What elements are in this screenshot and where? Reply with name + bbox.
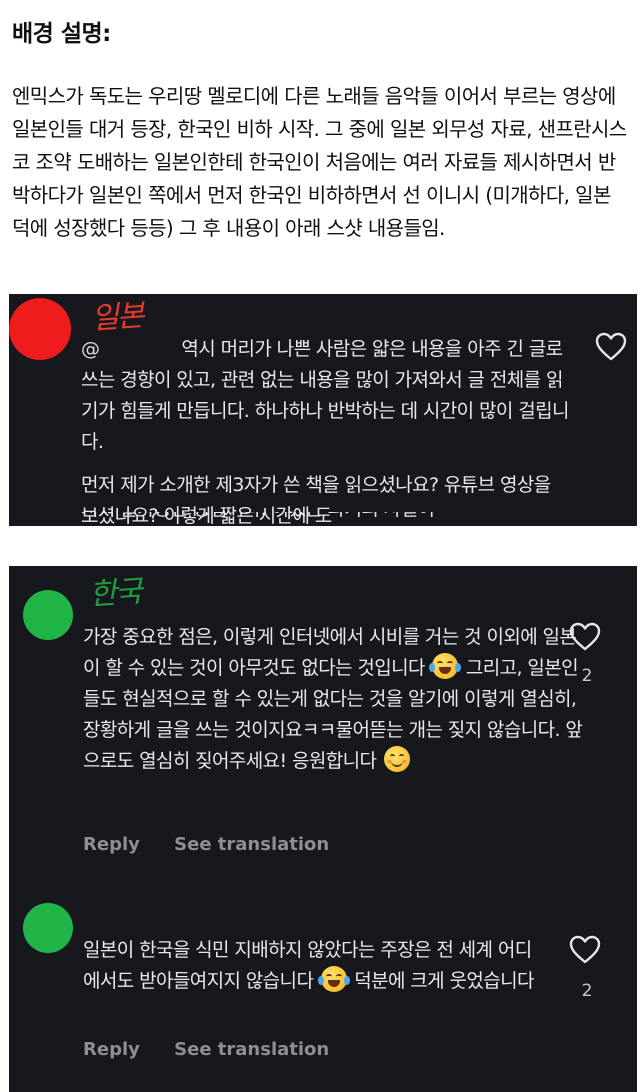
cutoff-line: 저히 불가능한 양입니다. 어쨌든 과거의 사실이 <box>81 512 561 526</box>
smiling-emoji <box>383 746 410 772</box>
like-count: 2 <box>581 981 593 1001</box>
comment-body: 일본이 한국을 식민 지배하지 않았다는 주장은 전 세계 어디에서도 받아들여… <box>83 935 543 997</box>
tears-of-joy-emoji <box>317 966 350 992</box>
avatar-red[interactable] <box>9 298 71 360</box>
cutoff-text: 저히 불가능한 양입니다. 어쨌든 과거의 사실이 <box>81 512 561 525</box>
comment-card-korea-2: 일본이 한국을 식민 지배하지 않았다는 주장은 전 세계 어디에서도 받아들여… <box>9 893 637 1092</box>
tears-of-joy-emoji <box>429 653 462 679</box>
handwritten-label-japan: 일본 <box>90 298 144 337</box>
heart-outline-icon[interactable] <box>569 935 601 965</box>
reply-button[interactable]: Reply <box>83 834 140 855</box>
mention[interactable]: @ <box>81 338 100 360</box>
comment-card-korea: 한국 가장 중요한 점은, 이렇게 인터넷에서 시비를 거는 것 이외에 일본이… <box>9 566 637 926</box>
comment-text-part-2: 덕분에 크게 웃었습니다 <box>348 970 534 992</box>
see-translation-button[interactable]: See translation <box>174 834 329 855</box>
comment-body: 가장 중요한 점은, 이렇게 인터넷에서 시비를 거는 것 이외에 일본이 할 … <box>83 622 583 777</box>
intro-text: 엔믹스가 독도는 우리땅 멜로디에 다른 노래들 음악들 이어서 부르는 영상에… <box>12 84 627 240</box>
comment-paragraph-1: 역시 머리가 나쁜 사람은 얇은 내용을 아주 긴 글로 쓰는 경향이 있고, … <box>81 338 569 453</box>
avatar-green[interactable] <box>23 903 73 953</box>
comment-body: @ 역시 머리가 나쁜 사람은 얇은 내용을 아주 긴 글로 쓰는 경향이 있고,… <box>81 334 571 526</box>
comment-card-japan: 일본 @ 역시 머리가 나쁜 사람은 얇은 내용을 아주 긴 글로 쓰는 경향이 … <box>9 294 637 526</box>
comment-actions: Reply See translation <box>83 1039 357 1060</box>
comment-actions: Reply See translation <box>83 834 357 855</box>
see-translation-button[interactable]: See translation <box>174 1039 329 1060</box>
heading: 배경 설명: <box>12 21 111 47</box>
like-count: 2 <box>581 666 593 686</box>
avatar-green[interactable] <box>23 590 73 640</box>
handwritten-label-korea: 한국 <box>88 574 142 613</box>
reply-button[interactable]: Reply <box>83 1039 140 1060</box>
heart-outline-icon[interactable] <box>569 622 601 652</box>
heart-outline-icon[interactable] <box>595 332 627 362</box>
